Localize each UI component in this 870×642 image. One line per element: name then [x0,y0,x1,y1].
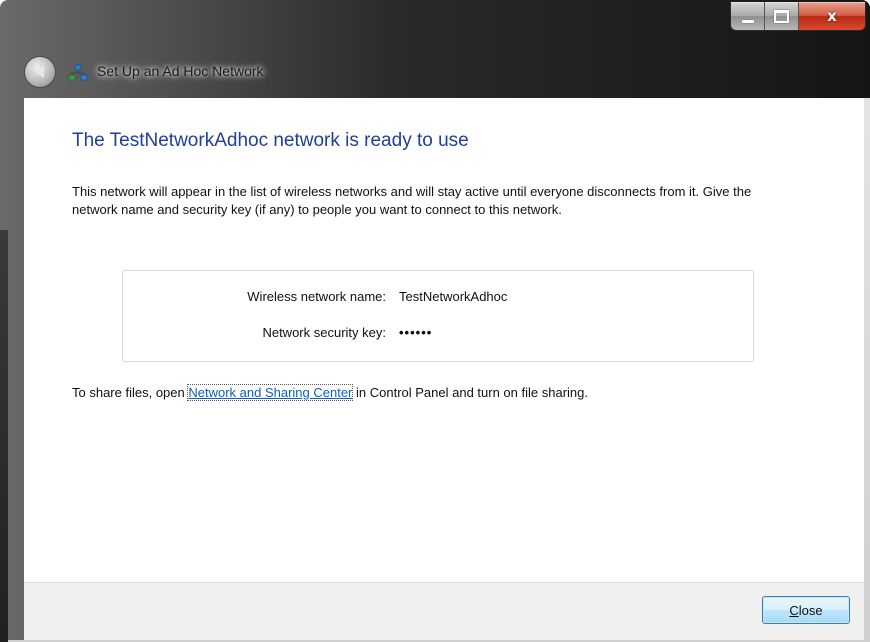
back-arrow-icon [34,66,44,78]
window-controls: x [730,2,866,31]
dialog-content: The TestNetworkAdhoc network is ready to… [24,98,864,582]
share-prefix: To share files, open [72,385,189,400]
page-heading: The TestNetworkAdhoc network is ready to… [72,130,469,151]
share-instructions: To share files, open Network and Sharing… [72,384,588,401]
dialog-footer: Close [24,582,864,641]
description-text: This network will appear in the list of … [72,184,752,217]
network-icon [68,64,88,81]
network-name-label: Wireless network name: [247,289,386,304]
title-bar[interactable]: x Set Up an Ad Hoc Network [0,0,870,98]
close-button[interactable]: Close [762,596,850,624]
back-button[interactable] [24,56,56,88]
network-name-value: TestNetworkAdhoc [399,289,508,304]
minimize-icon [741,19,754,23]
security-key-label: Network security key: [262,325,386,340]
close-window-button[interactable]: x [799,2,865,30]
network-info-box: Wireless network name: TestNetworkAdhoc … [122,270,754,362]
share-suffix: in Control Panel and turn on file sharin… [352,385,588,400]
window: x Set Up an Ad Hoc Network The TestNetwo… [0,0,870,642]
close-accelerator: C [789,602,799,618]
window-title: Set Up an Ad Hoc Network [97,63,264,79]
window-frame-right [864,98,870,642]
security-key-row: Network security key: •••••• [123,325,753,345]
window-frame-left [0,230,8,642]
minimize-button[interactable] [731,2,765,30]
close-label: lose [798,602,823,618]
maximize-button[interactable] [765,2,799,30]
maximize-icon [774,9,789,23]
network-name-row: Wireless network name: TestNetworkAdhoc [123,289,753,309]
close-icon: x [827,7,837,25]
security-key-value: •••••• [399,325,433,340]
network-sharing-center-link[interactable]: Network and Sharing Center [187,384,354,401]
